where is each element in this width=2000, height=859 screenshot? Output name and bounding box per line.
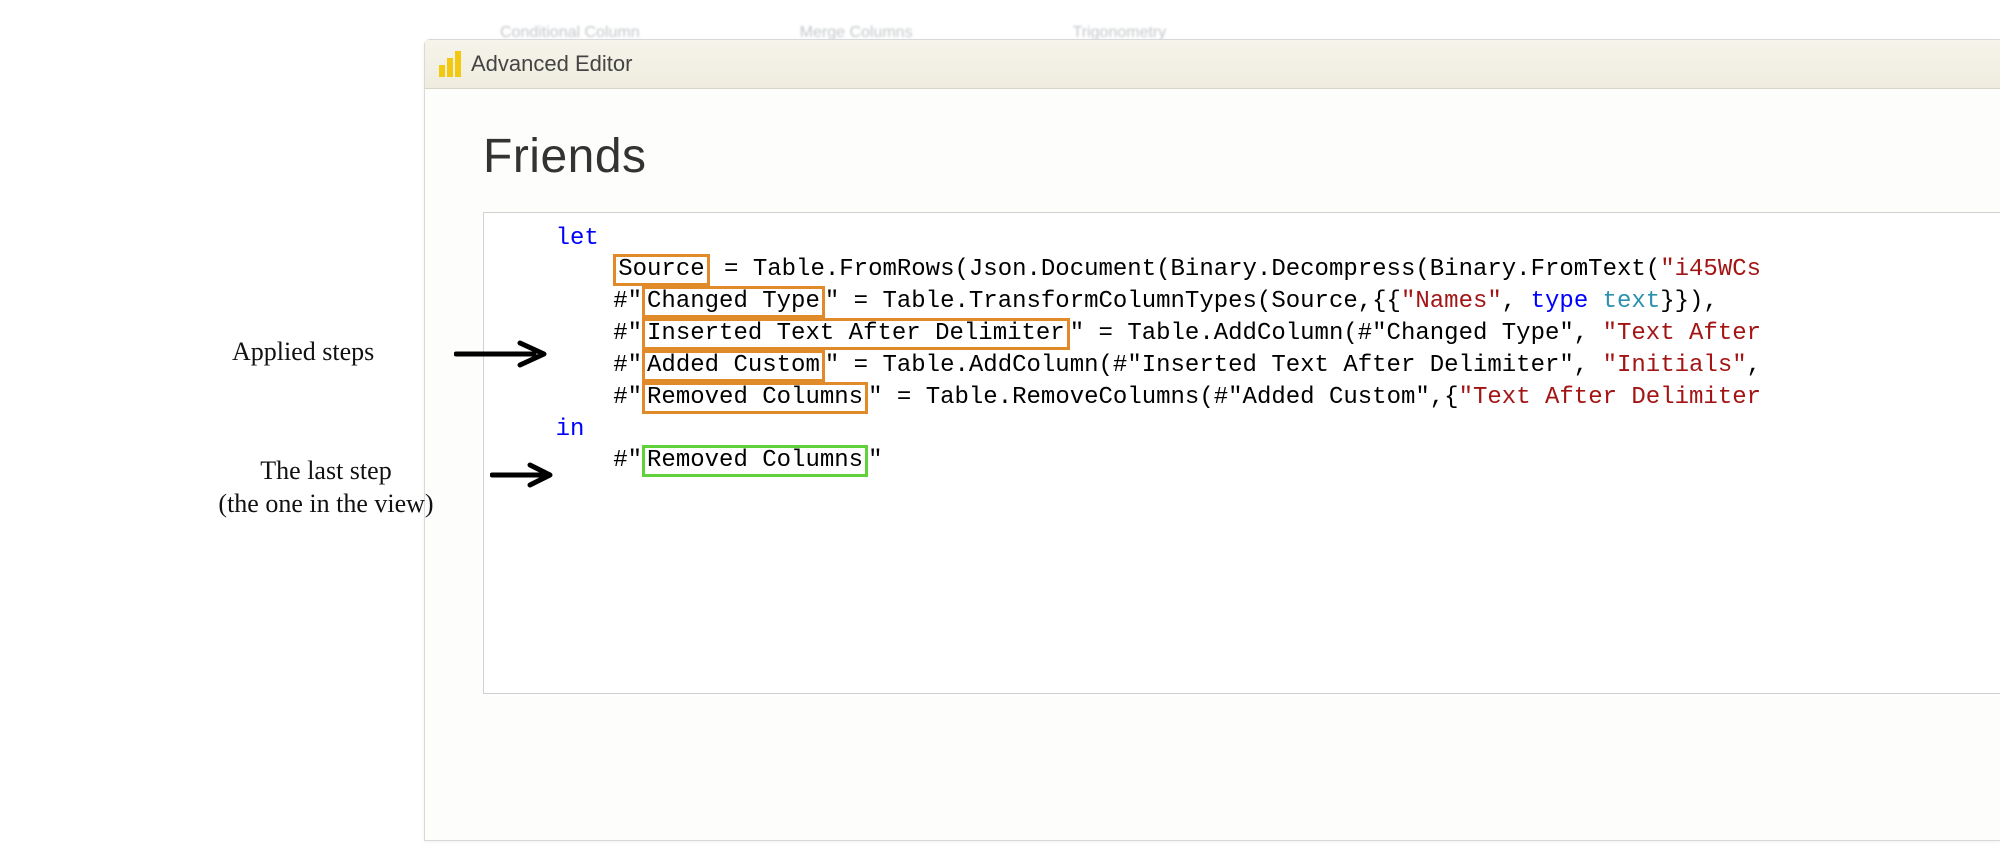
step-added-custom: Added Custom	[642, 350, 825, 382]
keyword-in: in	[556, 416, 585, 443]
powerbi-icon	[439, 51, 461, 77]
step-inserted-text-after-delimiter: Inserted Text After Delimiter	[642, 318, 1070, 350]
window-title: Advanced Editor	[471, 51, 632, 77]
step-changed-type: Changed Type	[642, 286, 825, 318]
result-step: Removed Columns	[642, 445, 868, 477]
step-removed-columns: Removed Columns	[642, 382, 868, 414]
advanced-editor-window: Advanced Editor Friends let Source = Tab…	[424, 39, 2000, 841]
query-name-heading: Friends	[483, 129, 2000, 184]
keyword-let: let	[556, 225, 599, 252]
code-editor[interactable]: let Source = Table.FromRows(Json.Documen…	[483, 212, 2000, 694]
step-source: Source	[613, 254, 709, 286]
annotation-applied-steps: Applied steps	[232, 336, 374, 369]
mquery-code[interactable]: let Source = Table.FromRows(Json.Documen…	[498, 223, 1986, 477]
titlebar: Advanced Editor	[425, 40, 2000, 89]
